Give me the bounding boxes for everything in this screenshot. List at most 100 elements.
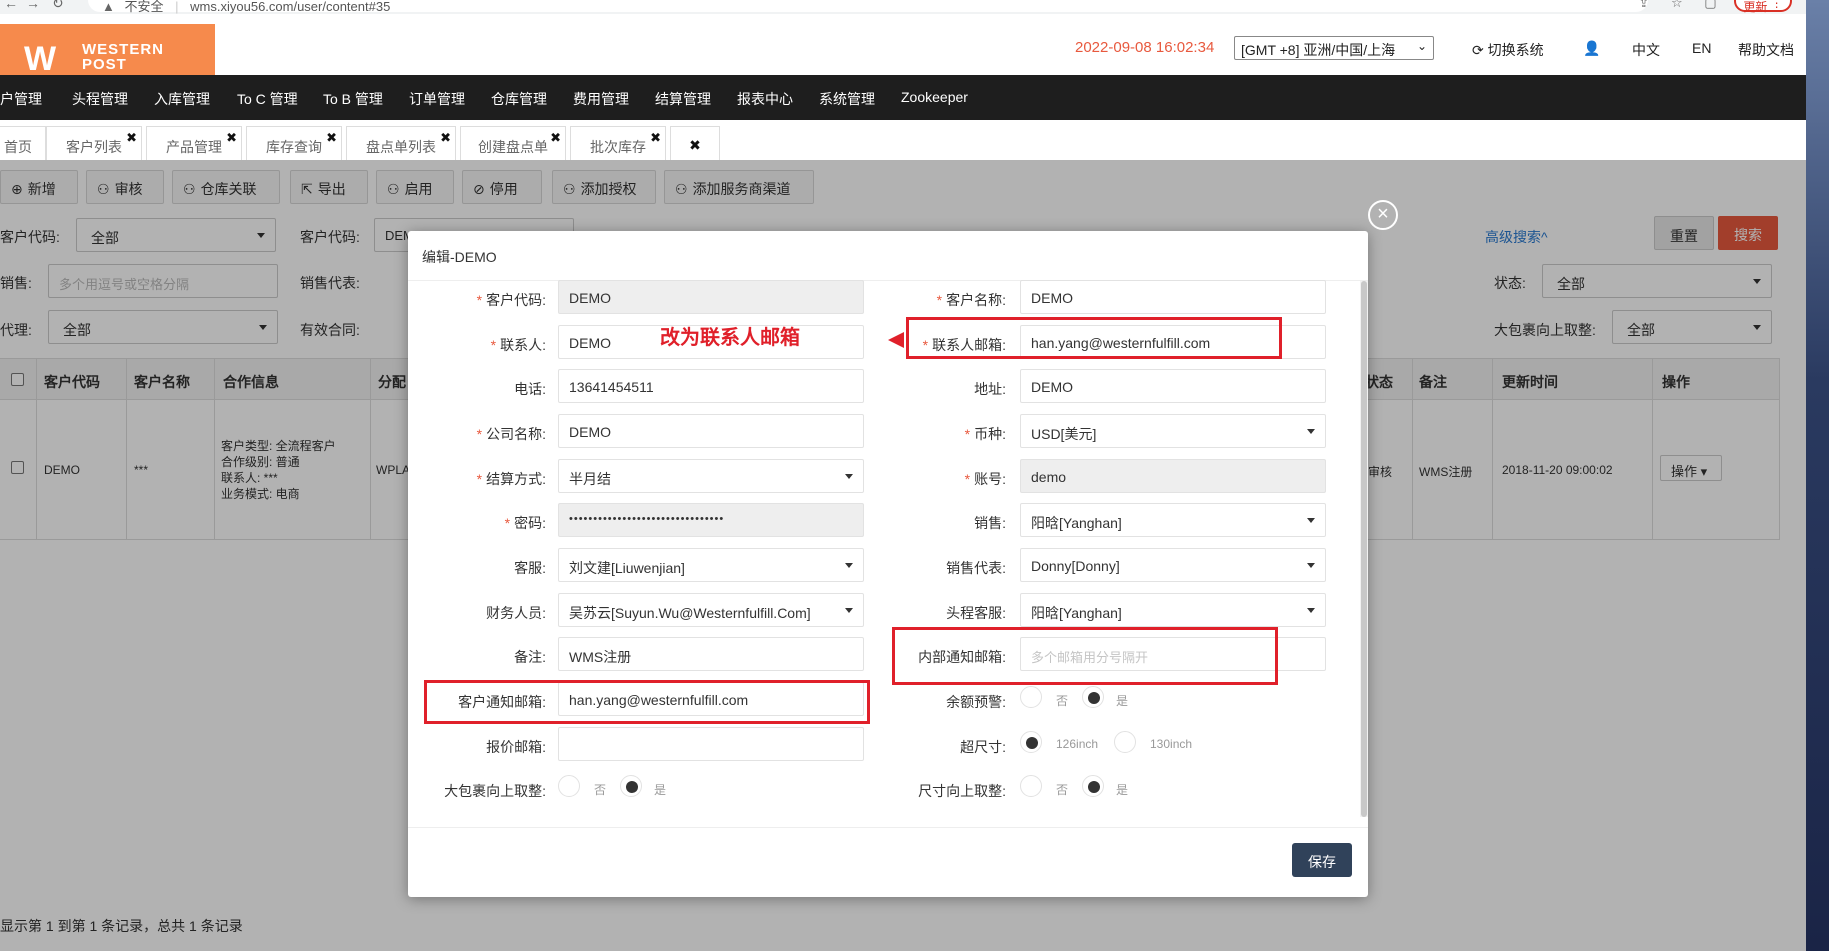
tab-customer-list[interactable]: 客户列表 ✖	[46, 126, 142, 160]
firstleg-service-label: 头程客服:	[946, 605, 1006, 621]
big-round-yes-radio[interactable]	[620, 775, 642, 797]
close-icon[interactable]: ✖	[440, 130, 451, 146]
tab-strip: 首页 客户列表 ✖ 产品管理 ✖ 库存查询 ✖ 盘点单列表 ✖ 创建盘点单 ✖ 批次库存 ✖…	[0, 120, 1806, 160]
menu-firstleg[interactable]: 头程管理	[72, 89, 128, 109]
menu-warehouse[interactable]: 仓库管理	[491, 89, 547, 109]
menu-settlement[interactable]: 结算管理	[655, 89, 711, 109]
timezone-select[interactable]: [GMT +8] 亚洲/中国/上海 ⌄	[1234, 36, 1434, 60]
size-round-no-label: 否	[1056, 783, 1069, 797]
oversize-126-radio[interactable]	[1020, 731, 1042, 753]
quote-email-field[interactable]	[558, 727, 864, 761]
edit-customer-modal: 编辑-DEMO * 客户代码: DEMO * 联系人: DEMO 电话: 13641…	[408, 231, 1368, 897]
sales-select[interactable]: 阳晗[Yanghan]	[1020, 503, 1326, 537]
window-icon[interactable]: ▢	[1704, 0, 1716, 10]
service-label: 客服:	[514, 560, 546, 576]
size-round-yes-label: 是	[1116, 783, 1129, 797]
reload-icon[interactable]: ↻	[52, 0, 64, 12]
lang-en-link[interactable]: EN	[1692, 40, 1711, 56]
modal-header: 编辑-DEMO	[408, 231, 1368, 281]
tab-create-stocktake[interactable]: 创建盘点单 ✖	[460, 126, 566, 160]
password-field[interactable]: ••••••••••••••••••••••••••••••••	[558, 503, 864, 537]
balance-warning-no-radio[interactable]	[1020, 686, 1042, 708]
sales-rep-select[interactable]: Donny[Donny]	[1020, 548, 1326, 582]
balance-warning-yes-radio[interactable]	[1082, 686, 1104, 708]
close-icon[interactable]: ✖	[326, 130, 337, 146]
warning-icon: ▲	[102, 0, 115, 14]
remark-label: 备注:	[514, 649, 546, 665]
menu-tob[interactable]: To B 管理	[323, 89, 383, 109]
main-menu: 客户管理 头程管理 入库管理 To C 管理 To B 管理 订单管理 仓库管理…	[0, 75, 1806, 120]
tab-batch-stock[interactable]: 批次库存 ✖	[570, 126, 666, 160]
menu-customer[interactable]: 客户管理	[0, 89, 42, 109]
menu-zookeeper[interactable]: Zookeeper	[901, 89, 968, 105]
tab-home[interactable]: 首页	[0, 126, 46, 160]
internal-notify-email-field[interactable]: 多个邮箱用分号隔开	[1020, 637, 1326, 671]
app-header: W WESTERN POST 2022-09-08 16:02:34 [GMT …	[0, 14, 1806, 88]
big-round-no-radio[interactable]	[558, 775, 580, 797]
oversize-130-radio[interactable]	[1114, 731, 1136, 753]
save-button[interactable]: 保存	[1292, 843, 1352, 877]
menu-fees[interactable]: 费用管理	[573, 89, 629, 109]
tab-stocktake-list[interactable]: 盘点单列表 ✖	[346, 126, 456, 160]
menu-toc[interactable]: To C 管理	[237, 89, 298, 109]
close-icon[interactable]: ✖	[126, 130, 137, 146]
customer-notify-email-field[interactable]: han.yang@westernfulfill.com	[558, 682, 864, 716]
customer-code-field[interactable]: DEMO	[558, 280, 864, 314]
caret-down-icon	[845, 474, 853, 479]
contact-email-field[interactable]: han.yang@westernfulfill.com	[1020, 325, 1326, 359]
address-bar[interactable]: ▲ 不安全 | wms.xiyou56.com/user/content#35	[88, 0, 1648, 14]
tab-products[interactable]: 产品管理 ✖	[146, 126, 242, 160]
remark-field[interactable]: WMS注册	[558, 637, 864, 671]
modal-scrollbar[interactable]	[1360, 281, 1368, 817]
annotation-arrow-icon	[888, 332, 904, 348]
company-name-label: * 公司名称:	[476, 426, 546, 442]
menu-reports[interactable]: 报表中心	[737, 89, 793, 109]
refresh-icon: ⟳	[1472, 42, 1484, 58]
tab-close-all[interactable]: ✖	[670, 126, 720, 160]
firstleg-service-select[interactable]: 阳晗[Yanghan]	[1020, 593, 1326, 627]
currency-select[interactable]: USD[美元]	[1020, 414, 1326, 448]
close-icon[interactable]: ✖	[650, 130, 661, 146]
modal-footer: 保存	[408, 827, 1368, 897]
size-round-label: 尺寸向上取整:	[918, 783, 1006, 799]
menu-system[interactable]: 系统管理	[819, 89, 875, 109]
switch-system-button[interactable]: ⟳ 切换系统	[1472, 40, 1544, 60]
customer-code-label: * 客户代码:	[476, 292, 546, 308]
phone-field[interactable]: 13641454511	[558, 369, 864, 403]
size-round-yes-radio[interactable]	[1082, 775, 1104, 797]
annotation-text: 改为联系人邮箱	[660, 327, 800, 349]
phone-label: 电话:	[514, 381, 546, 397]
close-icon[interactable]: ✖	[550, 130, 561, 146]
tab-inventory[interactable]: 库存查询 ✖	[246, 126, 342, 160]
modal-close-button[interactable]: ×	[1368, 200, 1398, 230]
settlement-label: * 结算方式:	[476, 471, 546, 487]
user-icon[interactable]: 👤	[1583, 40, 1600, 57]
close-icon[interactable]: ✖	[226, 130, 237, 146]
scrollbar-thumb[interactable]	[1361, 281, 1367, 817]
back-icon[interactable]: ←	[4, 0, 18, 11]
close-icon[interactable]: ✖	[689, 137, 701, 153]
update-button[interactable]: 更新 ⋮	[1734, 0, 1792, 14]
current-datetime: 2022-09-08 16:02:34	[1075, 39, 1215, 56]
caret-down-icon	[1307, 429, 1315, 434]
oversize-130-label: 130inch	[1150, 737, 1193, 751]
settlement-select[interactable]: 半月结	[558, 459, 864, 493]
customer-name-field[interactable]: DEMO	[1020, 280, 1326, 314]
finance-select[interactable]: 吴苏云[Suyun.Wu@Westernfulfill.Com]	[558, 593, 864, 627]
menu-orders[interactable]: 订单管理	[409, 89, 465, 109]
menu-inbound[interactable]: 入库管理	[154, 89, 210, 109]
url-text: wms.xiyou56.com/user/content#35	[190, 0, 391, 14]
browser-icons: ⇪ ☆ ▢ ●	[1620, 0, 1746, 11]
address-field[interactable]: DEMO	[1020, 369, 1326, 403]
account-field[interactable]: demo	[1020, 459, 1326, 493]
big-round-yes-label: 是	[654, 783, 667, 797]
size-round-no-radio[interactable]	[1020, 775, 1042, 797]
service-select[interactable]: 刘文建[Liuwenjian]	[558, 548, 864, 582]
share-icon[interactable]: ⇪	[1638, 0, 1649, 10]
company-name-field[interactable]: DEMO	[558, 414, 864, 448]
caret-down-icon	[1307, 518, 1315, 523]
star-icon[interactable]: ☆	[1671, 0, 1683, 10]
help-link[interactable]: 帮助文档	[1738, 40, 1794, 60]
lang-cn-link[interactable]: 中文	[1632, 40, 1660, 60]
forward-icon[interactable]: →	[26, 0, 40, 11]
